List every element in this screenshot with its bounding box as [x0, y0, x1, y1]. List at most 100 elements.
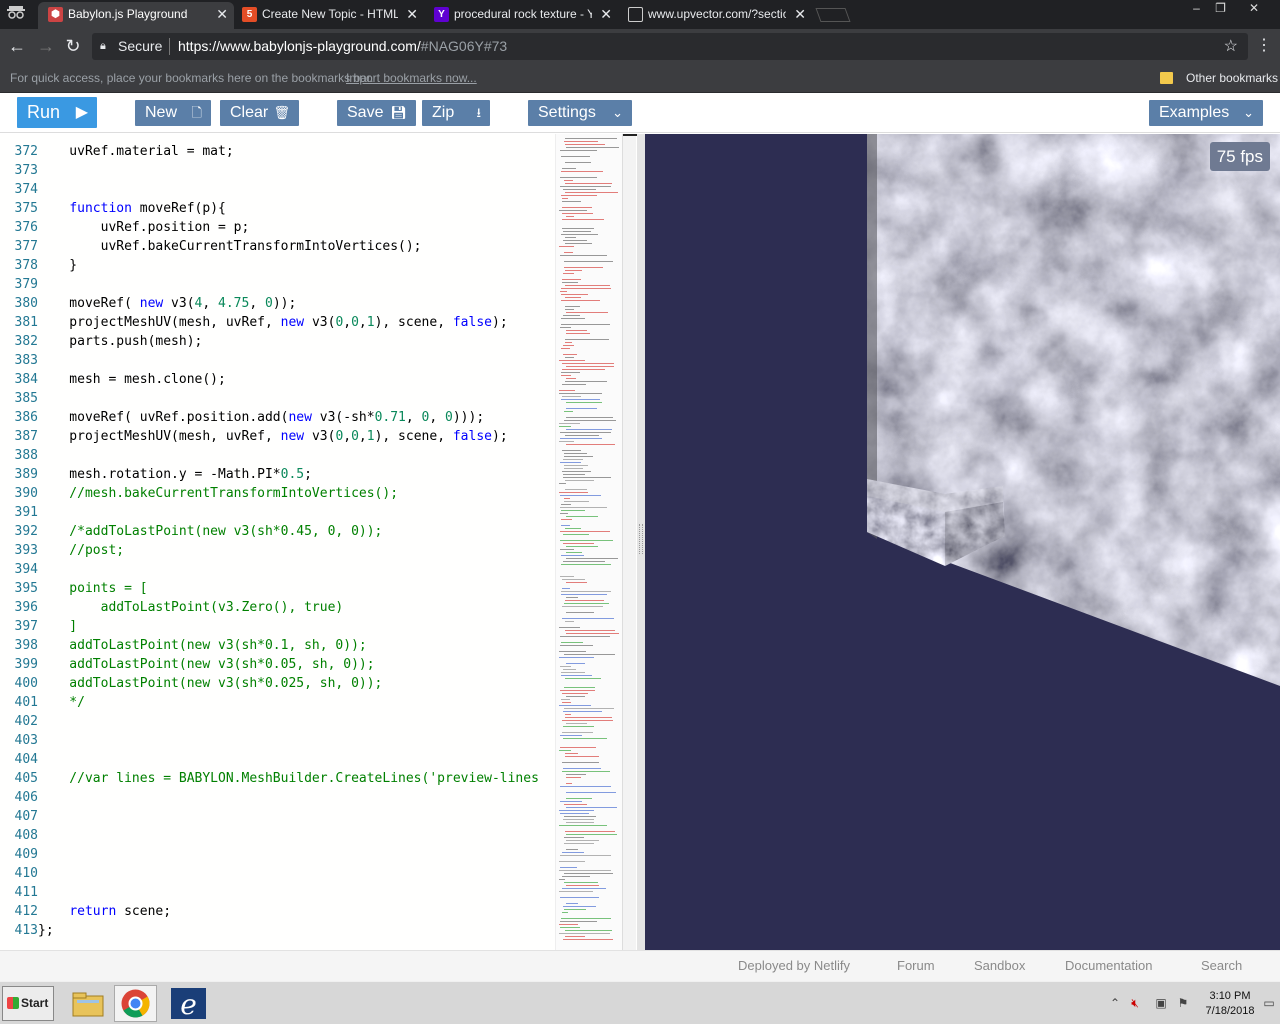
minimap-line — [560, 897, 599, 898]
minimap-line — [565, 678, 601, 679]
forward-icon[interactable]: → — [36, 36, 56, 56]
minimap-line — [559, 933, 610, 934]
restore-window-icon[interactable]: ❐ — [1207, 0, 1234, 18]
minimap-line — [566, 849, 578, 850]
render-canvas[interactable]: 75 fps — [645, 134, 1280, 950]
url-text[interactable]: https://www.babylonjs-playground.com/#NA… — [178, 33, 507, 60]
show-desktop-icon[interactable]: ▭ — [1262, 996, 1276, 1010]
reload-icon[interactable]: ↻ — [63, 36, 83, 56]
show-hidden-icons-icon[interactable]: ⌃ — [1108, 996, 1122, 1010]
minimize-window-icon[interactable]: – — [1183, 0, 1210, 18]
page-icon — [628, 7, 643, 22]
playground-footer: Deployed by Netlify Forum Sandbox Docume… — [0, 950, 1280, 981]
footer-link-sandbox[interactable]: Sandbox — [974, 951, 1025, 981]
code-line[interactable]: addToLastPoint(v3.Zero(), true) — [38, 598, 344, 617]
zip-button[interactable]: Zip ⭳ — [422, 100, 490, 126]
run-button[interactable]: Run ▶ — [17, 97, 97, 128]
code-line[interactable]: mesh = mesh.clone(); — [38, 370, 226, 389]
line-number: 412 — [14, 904, 38, 919]
code-line[interactable]: //post; — [38, 541, 124, 560]
code-line[interactable]: addToLastPoint(new v3(sh*0.05, sh, 0)); — [38, 655, 374, 674]
minimap-line — [559, 870, 611, 871]
import-bookmarks-link[interactable]: Import bookmarks now... — [346, 64, 477, 92]
footer-link-forum[interactable]: Forum — [897, 951, 935, 981]
chrome-icon[interactable] — [114, 985, 157, 1022]
code-line[interactable]: addToLastPoint(new v3(sh*0.025, sh, 0)); — [38, 674, 382, 693]
footer-link-netlify[interactable]: Deployed by Netlify — [738, 951, 850, 981]
new-button[interactable]: New 🗋 — [135, 100, 211, 126]
tab-procedural-rock-texture[interactable]: Y procedural rock texture - Ya ✕ — [424, 2, 618, 29]
code-minimap[interactable] — [555, 134, 623, 950]
minimap-line — [562, 618, 614, 619]
start-button[interactable]: Start — [2, 986, 54, 1021]
back-icon[interactable]: ← — [7, 36, 27, 56]
settings-dropdown[interactable]: Settings ⌄ — [528, 100, 632, 126]
code-token: 1 — [366, 315, 375, 330]
tab-babylon-playground[interactable]: ⬢ Babylon.js Playground ✕ — [38, 2, 234, 29]
pane-splitter[interactable] — [637, 134, 645, 950]
new-tab-button[interactable] — [815, 8, 851, 22]
minimap-line — [565, 600, 604, 601]
code-line[interactable]: ] — [38, 617, 77, 636]
system-clock[interactable]: 3:10 PM 7/18/2018 — [1200, 989, 1260, 1019]
close-tab-icon[interactable]: ✕ — [216, 2, 228, 27]
minimap-line — [564, 909, 586, 910]
minimap-line — [560, 576, 574, 577]
new-label: New — [145, 104, 178, 121]
code-line[interactable]: projectMeshUV(mesh, uvRef, new v3(0,0,1)… — [38, 427, 507, 446]
code-line[interactable]: function moveRef(p){ — [38, 199, 226, 218]
code-line[interactable]: moveRef( uvRef.position.add(new v3(-sh*0… — [38, 408, 484, 427]
examples-dropdown[interactable]: Examples ⌄ — [1149, 100, 1263, 126]
tab-upvector[interactable]: www.upvector.com/?section ✕ — [618, 2, 812, 29]
address-bar[interactable]: 🔒︎ Secure https://www.babylonjs-playgrou… — [92, 33, 1248, 60]
code-line[interactable]: mesh.rotation.y = -Math.PI*0.5; — [38, 465, 312, 484]
url-hash: #NAG06Y#73 — [420, 38, 508, 54]
code-line[interactable]: points = [ — [38, 579, 147, 598]
minimap-line — [566, 444, 615, 445]
chevron-down-icon: ⌄ — [1243, 105, 1254, 120]
network-icon[interactable]: ▣ — [1154, 996, 1168, 1010]
code-line[interactable]: }; — [38, 921, 54, 940]
tab-create-new-topic[interactable]: 5 Create New Topic - HTML5 ✕ — [232, 2, 424, 29]
minimap-line — [563, 726, 594, 727]
action-center-flag-icon[interactable]: ⚑ — [1176, 996, 1190, 1010]
code-editor[interactable]: 372 373 374 375 376 377 378 379 380 381 382 383 384 3… — [0, 134, 637, 950]
minimap-line — [562, 720, 613, 721]
volume-muted-icon[interactable]: 🔇︎ — [1128, 996, 1142, 1010]
file-explorer-icon[interactable] — [66, 985, 109, 1022]
other-bookmarks-button[interactable]: Other bookmarks — [1186, 64, 1278, 92]
browser-menu-icon[interactable]: ⋮ — [1256, 35, 1272, 57]
code-line[interactable]: uvRef.bakeCurrentTransformIntoVertices()… — [38, 237, 422, 256]
code-line[interactable]: parts.push(mesh); — [38, 332, 202, 351]
footer-link-documentation[interactable]: Documentation — [1065, 951, 1152, 981]
footer-link-search[interactable]: Search — [1201, 951, 1242, 981]
scrollbar-thumb[interactable] — [623, 134, 637, 142]
code-token: projectMeshUV(mesh, uvRef, — [38, 315, 281, 330]
save-button[interactable]: Save 💾︎ — [337, 100, 416, 126]
clear-button[interactable]: Clear 🗑 — [220, 100, 299, 126]
windows-taskbar: Start e ⌃ 🔇︎ ▣ ⚑ 3:10 PM 7/18/2018 ▭ — [0, 981, 1280, 1024]
code-token: v3(-sh* — [311, 410, 375, 425]
code-token: //mesh.bakeCurrentTransformIntoVertices(… — [38, 486, 399, 501]
bookmark-star-icon[interactable]: ☆ — [1224, 33, 1238, 60]
code-line[interactable]: //var lines = BABYLON.MeshBuilder.Create… — [38, 769, 539, 788]
code-token: 0 — [351, 315, 359, 330]
internet-explorer-icon[interactable]: e — [167, 985, 210, 1022]
code-line[interactable]: /*addToLastPoint(new v3(sh*0.45, 0, 0)); — [38, 522, 382, 541]
close-tab-icon[interactable]: ✕ — [600, 2, 612, 27]
close-tab-icon[interactable]: ✕ — [794, 2, 806, 27]
splitter-grip-icon[interactable] — [639, 524, 643, 554]
close-window-icon[interactable]: ✕ — [1233, 0, 1275, 18]
line-number: 383 — [14, 353, 38, 368]
code-line[interactable]: return scene; — [38, 902, 171, 921]
code-line[interactable]: projectMeshUV(mesh, uvRef, new v3(0,0,1)… — [38, 313, 507, 332]
code-line[interactable]: } — [38, 256, 77, 275]
close-tab-icon[interactable]: ✕ — [406, 2, 418, 27]
code-line[interactable]: moveRef( new v3(4, 4.75, 0)); — [38, 294, 296, 313]
code-line[interactable]: //mesh.bakeCurrentTransformIntoVertices(… — [38, 484, 398, 503]
code-line[interactable]: */ — [38, 693, 85, 712]
editor-scrollbar[interactable] — [622, 134, 637, 950]
code-line[interactable]: uvRef.position = p; — [38, 218, 250, 237]
code-line[interactable]: uvRef.material = mat; — [38, 142, 233, 161]
code-line[interactable]: addToLastPoint(new v3(sh*0.1, sh, 0)); — [38, 636, 366, 655]
